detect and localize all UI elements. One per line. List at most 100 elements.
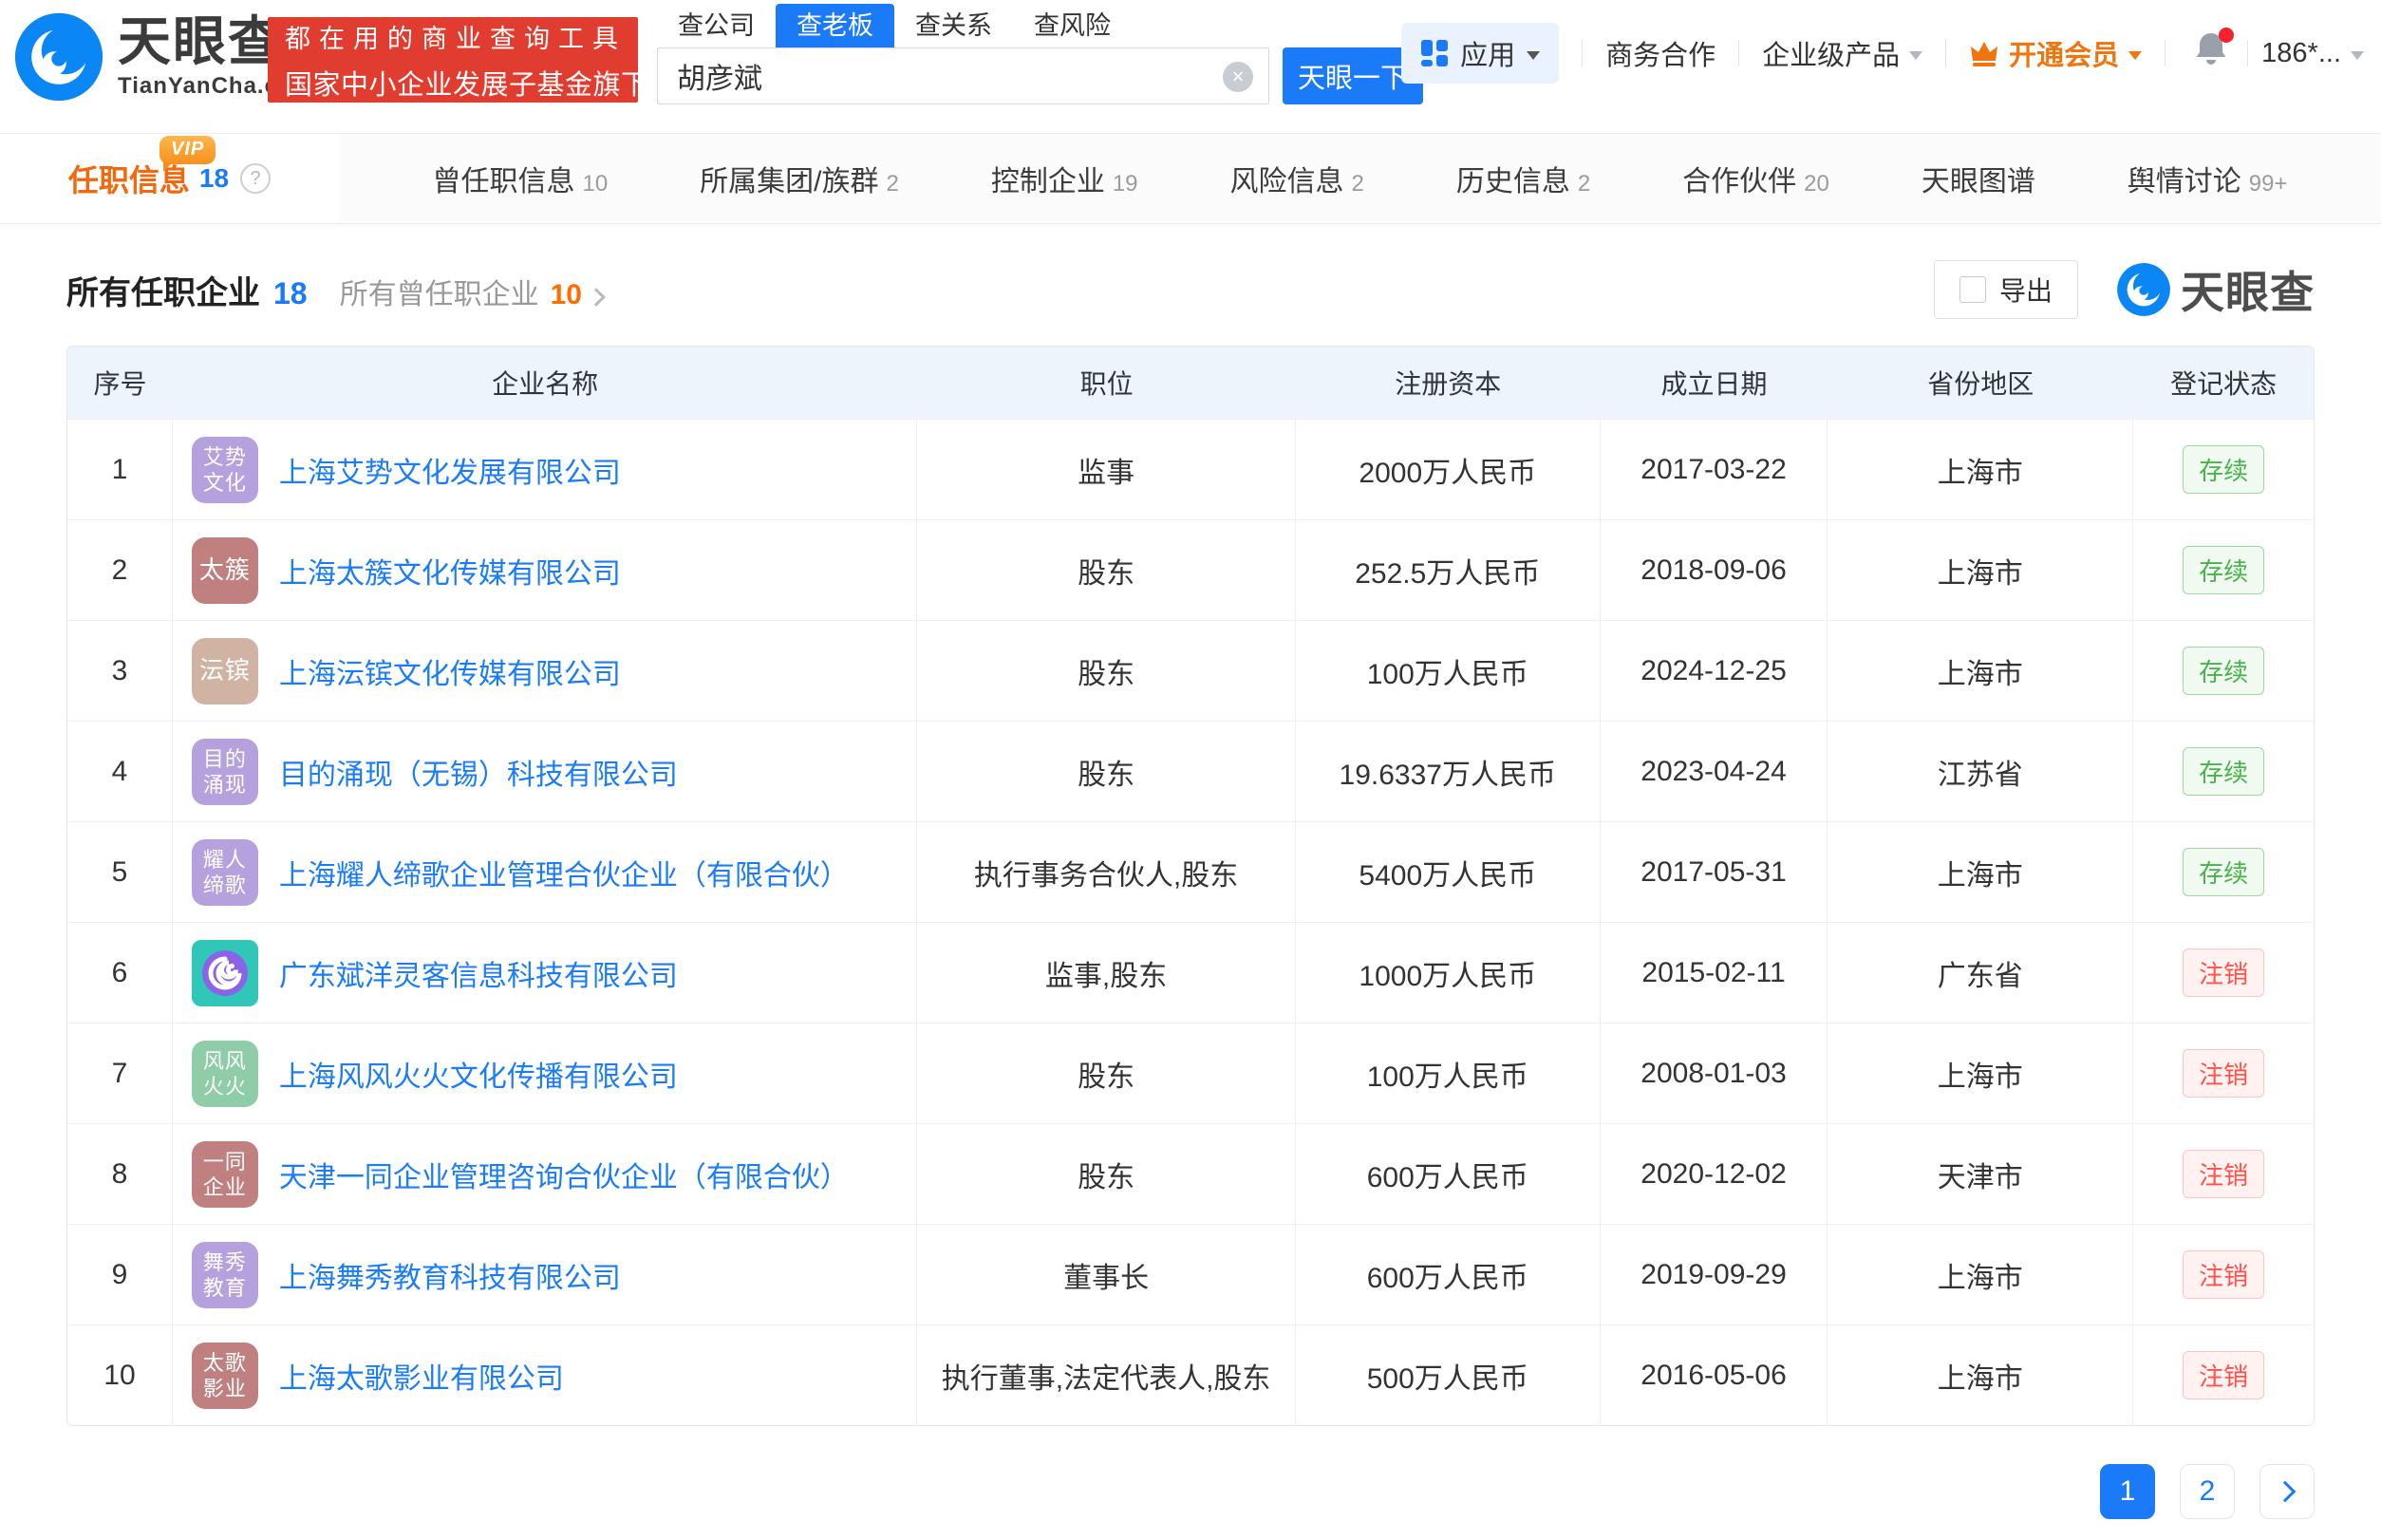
nav-tab-8[interactable]: 天眼图谱 xyxy=(1922,158,2035,199)
col-header-capital: 注册资本 xyxy=(1296,364,1601,402)
capital-cell: 252.5万人民币 xyxy=(1296,520,1601,620)
company-cell: 耀人缔歌上海耀人缔歌企业管理合伙企业（有限合伙） xyxy=(173,822,917,922)
table-row: 4目的涌现目的涌现（无锡）科技有限公司股东19.6337万人民币2023-04-… xyxy=(67,721,2314,821)
notifications-bell-icon[interactable] xyxy=(2194,31,2228,75)
banner-line1: 都在用的商业查询工具 xyxy=(285,18,621,55)
company-avatar: 太簇 xyxy=(192,537,258,604)
company-link[interactable]: 上海风风火火文化传播有限公司 xyxy=(279,1053,678,1095)
date-cell: 2023-04-24 xyxy=(1601,722,1828,821)
divider xyxy=(2247,40,2248,66)
search-tab-1[interactable]: 查公司 xyxy=(657,4,776,47)
company-cell: 太簇上海太簇文化传媒有限公司 xyxy=(173,520,917,620)
company-avatar: 舞秀教育 xyxy=(192,1242,258,1308)
company-link[interactable]: 天津一同企业管理咨询合伙企业（有限合伙） xyxy=(279,1154,849,1195)
export-checkbox[interactable] xyxy=(1959,276,1986,303)
nav-tab-2[interactable]: 曾任职信息10 xyxy=(432,158,608,199)
capital-cell: 100万人民币 xyxy=(1296,621,1601,721)
province-cell: 上海市 xyxy=(1828,822,2133,922)
tianyancha-logo-icon xyxy=(2116,262,2171,317)
date-cell: 2017-05-31 xyxy=(1601,822,1828,922)
company-avatar: 艾势文化 xyxy=(192,437,258,503)
avatar-text: 企业 xyxy=(203,1174,247,1200)
status-badge: 注销 xyxy=(2183,1250,2264,1299)
avatar-text: 艾势 xyxy=(203,444,247,470)
company-link[interactable]: 上海艾势文化发展有限公司 xyxy=(279,449,621,491)
company-link[interactable]: 上海舞秀教育科技有限公司 xyxy=(279,1254,621,1296)
company-avatar: 风风火火 xyxy=(192,1041,258,1107)
company-link[interactable]: 广东斌洋灵客信息科技有限公司 xyxy=(279,952,678,994)
avatar-text: 影业 xyxy=(203,1376,247,1401)
search-tab-2[interactable]: 查老板 xyxy=(776,4,894,47)
capital-cell: 2000万人民币 xyxy=(1296,420,1601,519)
search-tab-4[interactable]: 查风险 xyxy=(1013,4,1132,47)
table-row: 9舞秀教育上海舞秀教育科技有限公司董事长600万人民币2019-09-29上海市… xyxy=(67,1224,2314,1324)
vip-membership-link[interactable]: 开通会员 xyxy=(1969,33,2142,73)
nav-tab-4[interactable]: 控制企业19 xyxy=(991,158,1138,199)
col-header-date: 成立日期 xyxy=(1601,364,1828,402)
company-link[interactable]: 上海太簇文化传媒有限公司 xyxy=(279,550,621,592)
next-page-button[interactable] xyxy=(2259,1464,2315,1519)
help-icon[interactable]: ? xyxy=(240,163,271,194)
col-header-position: 职位 xyxy=(917,364,1296,402)
company-logo-icon xyxy=(192,940,258,1006)
search-tab-3[interactable]: 查关系 xyxy=(894,4,1013,47)
pagination: 12 xyxy=(66,1464,2315,1519)
business-cooperation-link[interactable]: 商务合作 xyxy=(1605,33,1715,73)
position-cell: 股东 xyxy=(917,1024,1296,1123)
page-button-1[interactable]: 1 xyxy=(2100,1464,2155,1519)
clear-search-icon[interactable]: × xyxy=(1223,62,1253,92)
apps-button[interactable]: 应用 xyxy=(1401,23,1559,84)
nav-tabs: 曾任职信息10 所属集团/族群2 控制企业19 风险信息2 历史信息2 合作伙伴20 天眼图… xyxy=(339,134,2381,223)
capital-cell: 100万人民币 xyxy=(1296,1024,1601,1123)
search-tabs: 查公司查老板查关系查风险 xyxy=(657,4,1423,47)
chevron-right-icon[interactable] xyxy=(587,288,606,307)
col-header-status: 登记状态 xyxy=(2133,364,2314,402)
company-link[interactable]: 上海耀人缔歌企业管理合伙企业（有限合伙） xyxy=(279,852,849,893)
section-title: 所有任职企业 xyxy=(66,267,260,313)
former-companies-link[interactable]: 所有曾任职企业 xyxy=(340,271,539,312)
table-row: 5耀人缔歌上海耀人缔歌企业管理合伙企业（有限合伙）执行事务合伙人,股东5400万… xyxy=(67,821,2314,922)
avatar-text: 缔歌 xyxy=(203,873,247,898)
vip-badge: VIP xyxy=(159,136,216,164)
enterprise-products-link[interactable]: 企业级产品 xyxy=(1762,33,1922,73)
company-link[interactable]: 上海太歌影业有限公司 xyxy=(279,1355,564,1397)
company-link[interactable]: 目的涌现（无锡）科技有限公司 xyxy=(279,751,678,793)
companies-table: 序号 企业名称 职位 注册资本 成立日期 省份地区 登记状态 1艾势文化上海艾势… xyxy=(66,346,2315,1426)
search-input[interactable] xyxy=(658,48,1268,103)
nav-tab-label: 天眼图谱 xyxy=(1922,158,2035,199)
province-cell: 上海市 xyxy=(1828,520,2133,620)
export-button[interactable]: 导出 xyxy=(1934,260,2078,319)
divider xyxy=(1738,40,1739,66)
status-badge: 存续 xyxy=(2183,445,2264,494)
nav-tab-3[interactable]: 所属集团/族群2 xyxy=(700,158,899,199)
page-button-2[interactable]: 2 xyxy=(2180,1464,2235,1519)
company-link[interactable]: 上海沄镔文化传媒有限公司 xyxy=(279,650,621,692)
avatar-text: 沄镔 xyxy=(199,658,251,684)
search-input-box: × xyxy=(657,47,1269,104)
nav-tab-5[interactable]: 风险信息2 xyxy=(1230,158,1364,199)
position-cell: 监事 xyxy=(917,420,1296,519)
promo-banner: 都在用的商业查询工具 国家中小企业发展子基金旗下机构 xyxy=(268,17,638,103)
account-phone: 186*... xyxy=(2261,38,2341,69)
nav-tab-7[interactable]: 合作伙伴20 xyxy=(1682,158,1829,199)
nav-tab-9[interactable]: 舆情讨论99+ xyxy=(2128,158,2288,199)
row-number-cell: 7 xyxy=(67,1024,173,1123)
status-cell: 注销 xyxy=(2133,1124,2314,1224)
col-header-company: 企业名称 xyxy=(173,364,917,402)
account-menu[interactable]: 186*... xyxy=(2261,38,2364,69)
status-badge: 存续 xyxy=(2183,647,2264,695)
tab-renzhi-xinxi-active[interactable]: VIP 任职信息 18 ? xyxy=(0,134,339,223)
nav-tab-label: 控制企业 xyxy=(991,158,1105,199)
search-area: 查公司查老板查关系查风险 × 天眼一下 xyxy=(657,4,1423,104)
nav-tab-label: 合作伙伴 xyxy=(1682,158,1796,199)
col-header-province: 省份地区 xyxy=(1828,364,2133,402)
capital-cell: 19.6337万人民币 xyxy=(1296,722,1601,821)
nav-tab-label: 历史信息 xyxy=(1456,158,1570,199)
nav-tab-6[interactable]: 历史信息2 xyxy=(1456,158,1590,199)
status-cell: 注销 xyxy=(2133,1024,2314,1123)
date-cell: 2017-03-22 xyxy=(1601,420,1828,519)
position-cell: 董事长 xyxy=(917,1225,1296,1324)
avatar-text: 目的 xyxy=(203,746,247,772)
status-cell: 存续 xyxy=(2133,420,2314,519)
section-count: 18 xyxy=(273,276,308,311)
